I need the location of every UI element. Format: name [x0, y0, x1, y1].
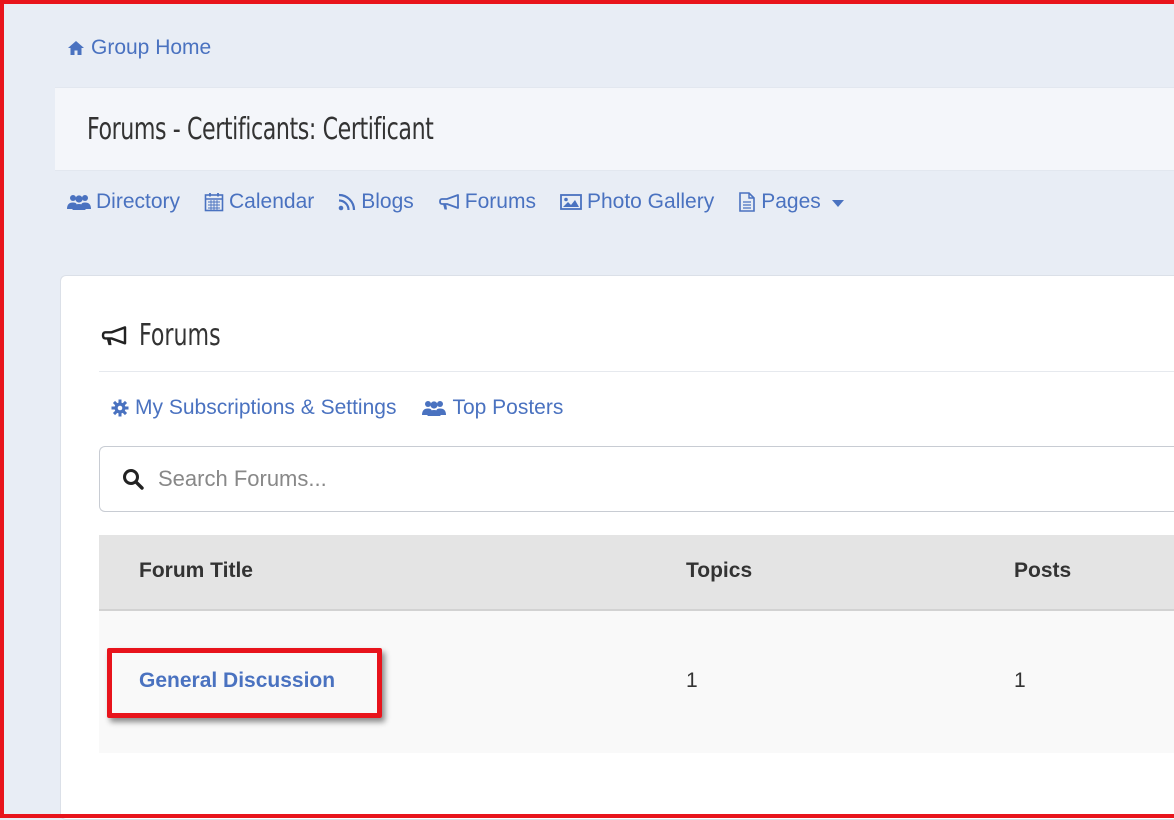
posts-count: 1: [1014, 669, 1026, 692]
divider: [99, 371, 1174, 372]
chevron-down-icon: [831, 200, 844, 207]
breadcrumb-label: Group Home: [91, 36, 212, 59]
top-posters-label: Top Posters: [452, 396, 564, 419]
search-forums-input[interactable]: [156, 465, 1060, 493]
bullhorn-icon: [438, 193, 460, 211]
topics-count: 1: [686, 669, 698, 692]
calendar-icon: [204, 192, 224, 212]
forums-heading: Forums: [139, 318, 221, 353]
search-icon: [122, 468, 144, 490]
my-subscriptions-settings-label: My Subscriptions & Settings: [135, 396, 397, 419]
forums-card-title: Forums: [99, 318, 239, 353]
image-icon: [560, 193, 582, 211]
page-title-bar: Forums - Certificants: Certificant: [55, 87, 1174, 171]
home-icon: [67, 40, 85, 56]
users-icon: [67, 193, 91, 211]
nav-blogs-label: Blogs: [361, 190, 414, 213]
gear-icon: [111, 399, 129, 417]
top-posters-link[interactable]: Top Posters: [422, 396, 563, 420]
nav-directory[interactable]: Directory: [67, 190, 180, 214]
nav-calendar[interactable]: Calendar: [204, 190, 314, 214]
table-header: Forum Title Topics Posts: [99, 535, 1174, 611]
forum-link-general-discussion[interactable]: General Discussion: [139, 669, 335, 693]
header-topics: Topics: [686, 559, 753, 582]
table-row: General Discussion 1 1: [99, 611, 1174, 753]
nav-calendar-label: Calendar: [229, 190, 315, 213]
nav-pages-dropdown[interactable]: Pages: [738, 190, 844, 214]
forums-card: Forums My Subscriptions & Settings Top P…: [60, 275, 1174, 820]
rss-icon: [338, 193, 356, 211]
document-icon: [738, 192, 756, 212]
breadcrumb-group-home[interactable]: Group Home: [67, 36, 211, 60]
nav-blogs[interactable]: Blogs: [338, 190, 414, 214]
nav-photo-gallery[interactable]: Photo Gallery: [560, 190, 714, 214]
my-subscriptions-settings-link[interactable]: My Subscriptions & Settings: [111, 396, 396, 420]
header-forum-title: Forum Title: [139, 559, 253, 582]
nav-forums-label: Forums: [464, 190, 536, 213]
page-title: Forums - Certificants: Certificant: [87, 112, 434, 147]
bullhorn-icon: [99, 325, 129, 347]
nav-photo-gallery-label: Photo Gallery: [586, 190, 715, 213]
forum-search-box: [99, 446, 1174, 512]
forums-table: Forum Title Topics Posts General Discuss…: [99, 535, 1174, 753]
nav-pages-label: Pages: [761, 190, 821, 213]
nav-directory-label: Directory: [96, 190, 181, 213]
forum-sublinks: My Subscriptions & Settings Top Posters: [111, 396, 563, 420]
group-nav: Directory Calendar Blogs Forums Photo Ga…: [67, 190, 844, 214]
nav-forums[interactable]: Forums: [438, 190, 536, 214]
users-icon: [422, 399, 447, 417]
header-posts: Posts: [1014, 559, 1072, 582]
